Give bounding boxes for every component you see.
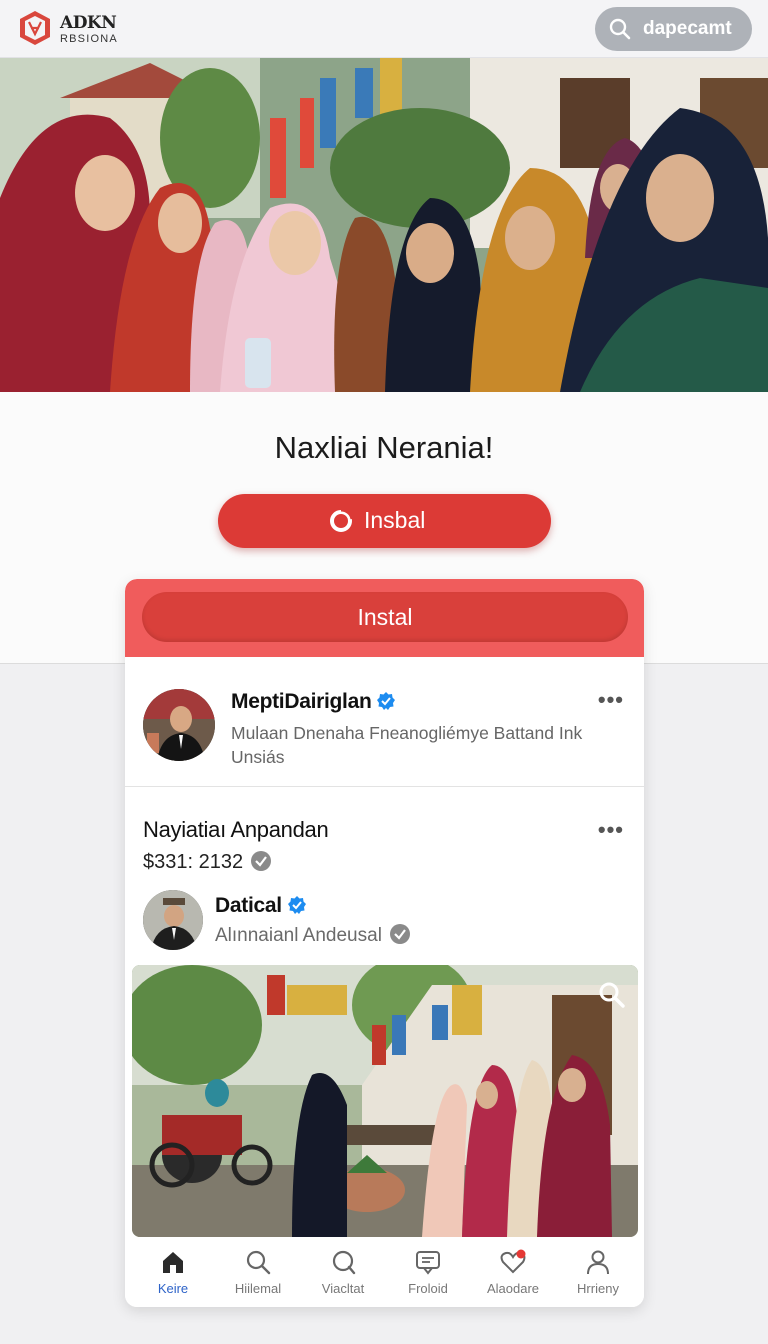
search-button[interactable]: dapecamt [595,7,752,51]
tab-label: Viacltat [321,1281,365,1296]
price-row: $331: 2132 [143,851,272,874]
promo-headline: Naxliai Nerania! [274,430,494,465]
check-circle-icon [389,924,410,944]
logo-text-secondary: RBSIONA [60,33,118,45]
more-options-icon[interactable]: ••• [598,687,624,713]
zoom-search-icon[interactable] [598,981,626,1009]
tab-profile[interactable]: Hrrieny [555,1237,641,1307]
install-button[interactable]: Insbal [218,494,551,548]
hero-photo [0,58,768,392]
tab-home[interactable]: Keire [130,1237,216,1307]
profile-icon [587,1250,609,1275]
logo-text-primary: ADKN [60,13,117,33]
check-circle-icon [251,851,272,871]
post-title: Nayiatiaı Anpandan [143,817,329,842]
search-icon [609,18,631,40]
more-options-icon[interactable]: ••• [598,817,624,843]
author-name-row: MeptiDairiglan [231,690,396,714]
tab-label: Hiilemal [234,1281,282,1296]
app-logo[interactable]: ADKN RBSIONA [18,9,133,49]
tab-messages[interactable]: Froloid [385,1237,471,1307]
feed-post[interactable]: MeptiDairiglan ••• Mulaan Dnenaha Fneano… [125,657,644,787]
author-avatar[interactable] [143,890,203,950]
author-name[interactable]: MeptiDairiglan [231,690,372,713]
search-label: dapecamt [643,18,732,39]
author-avatar[interactable] [143,689,215,761]
home-icon [163,1252,183,1273]
message-icon [416,1251,440,1275]
post-description: Mulaan Dnenaha Fneanogliémye Battand Ink… [231,723,583,767]
search-icon [246,1250,271,1275]
price-value: $331: 2132 [143,851,244,873]
author-subtitle-row: Alınnaianl Andeusal [215,924,410,947]
tab-label: Hrrieny [577,1281,619,1296]
banner-install-button[interactable]: Instal [142,592,628,642]
install-banner: Instal [125,579,644,657]
heart-icon [500,1249,526,1274]
bottom-tab-bar: Keire Hiilemal Viacltat Froloid Alaodare… [125,1237,644,1307]
logo-mark-icon [20,11,50,45]
tab-search[interactable]: Hiilemal [215,1237,301,1307]
tab-activity[interactable]: Alaodare [470,1237,556,1307]
author-subtitle: Alınnaianl Andeusal [215,925,382,946]
tab-label: Keire [157,1281,189,1296]
install-label: Insbal [364,507,426,533]
post-photo[interactable] [132,965,638,1237]
feed-card: Instal MeptiDairiglan ••• Mulaan Dnenaha… [125,579,644,1307]
banner-install-label: Instal [357,604,413,630]
loading-ring-icon [330,508,354,532]
explore-icon [332,1250,356,1275]
author-name-row: Datical [215,894,306,918]
feed-post[interactable]: Nayiatiaı Anpandan ••• $331: 2132 Datica… [125,787,644,1307]
tab-explore[interactable]: Viacltat [300,1237,386,1307]
verified-badge-icon [287,896,306,914]
tab-label: Alaodare [486,1281,540,1296]
top-bar: ADKN RBSIONA dapecamt [0,0,768,58]
verified-badge-icon [377,692,396,710]
author-name[interactable]: Datical [215,894,282,917]
tab-label: Froloid [408,1281,448,1296]
